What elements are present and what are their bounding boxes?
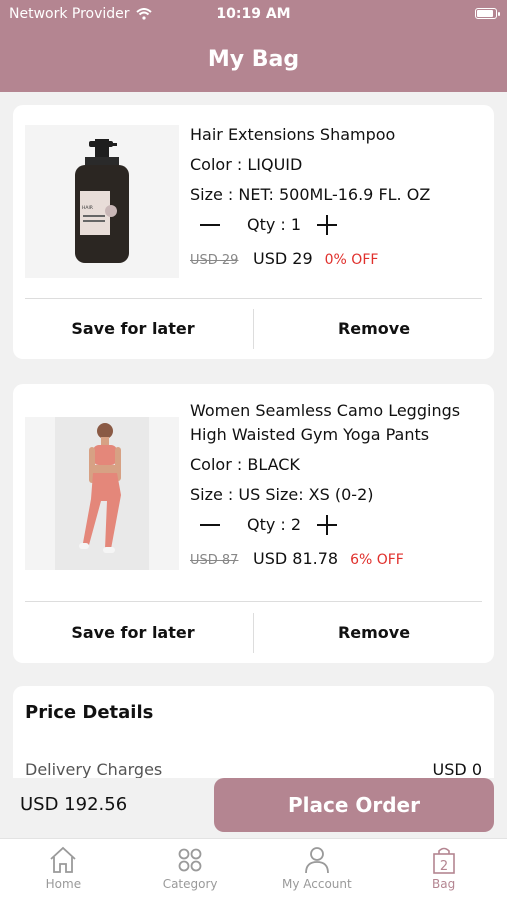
sale-price: USD 29 [253, 249, 313, 268]
divider [25, 601, 482, 602]
delivery-charges-row: Delivery Charges USD 0 [25, 760, 482, 778]
delivery-charges-value: USD 0 [432, 760, 482, 778]
product-size: Size : NET: 500ML-16.9 FL. OZ [190, 185, 431, 204]
tab-label: Home [45, 877, 82, 891]
bag-content[interactable]: HAIR Hair Extensions Shampoo Color : LIQ… [0, 92, 507, 778]
tab-bag[interactable]: 2 Bag [380, 839, 507, 901]
quantity-stepper: Qty : 1 [190, 213, 484, 237]
minus-icon[interactable] [200, 524, 220, 526]
discount-label: 6% OFF [350, 552, 404, 568]
tab-category[interactable]: Category [127, 839, 254, 901]
save-for-later-button[interactable]: Save for later [13, 299, 253, 359]
product-color: Color : BLACK [190, 455, 300, 474]
account-icon [304, 847, 329, 874]
quantity-label: Qty : 2 [247, 515, 302, 534]
page-title: My Bag [0, 28, 507, 92]
save-for-later-button[interactable]: Save for later [13, 603, 253, 663]
product-name-line2[interactable]: High Waisted Gym Yoga Pants [190, 423, 484, 447]
original-price: USD 29 [190, 253, 239, 268]
remove-button[interactable]: Remove [254, 603, 494, 663]
product-color: Color : LIQUID [190, 155, 303, 174]
plus-icon[interactable] [317, 215, 337, 235]
bag-item-card: Women Seamless Camo Leggings High Waiste… [13, 384, 494, 663]
bottle-label-text: HAIR [82, 205, 93, 211]
product-name[interactable]: Hair Extensions Shampoo [190, 123, 484, 147]
tab-label: Bag [432, 877, 456, 891]
delivery-charges-label: Delivery Charges [25, 760, 163, 778]
shampoo-bottle-image: HAIR [75, 139, 129, 263]
checkout-bar: USD 192.56 Place Order [0, 778, 507, 838]
price-row: USD 29 USD 29 0% OFF [190, 247, 484, 273]
sale-price: USD 81.78 [253, 549, 339, 568]
leggings-model-image [55, 417, 149, 570]
tab-my-account[interactable]: My Account [254, 839, 381, 901]
bag-icon: 2 [432, 847, 455, 874]
product-size: Size : US Size: XS (0-2) [190, 485, 374, 504]
tab-bar: Home Category My Account 2 Bag [0, 838, 507, 901]
category-icon [178, 848, 202, 872]
remove-button[interactable]: Remove [254, 299, 494, 359]
home-icon [50, 846, 76, 873]
product-image[interactable]: HAIR [25, 125, 179, 278]
product-name-line1[interactable]: Women Seamless Camo Leggings [190, 399, 484, 423]
plus-icon[interactable] [317, 515, 337, 535]
total-price: USD 192.56 [20, 794, 128, 815]
price-details-title: Price Details [25, 702, 154, 723]
quantity-stepper: Qty : 2 [190, 513, 484, 537]
product-info: Hair Extensions Shampoo Color : LIQUID S… [190, 123, 484, 273]
tab-home[interactable]: Home [0, 839, 127, 901]
price-row: USD 87 USD 81.78 6% OFF [190, 547, 484, 573]
minus-icon[interactable] [200, 224, 220, 226]
price-details-card: Price Details Delivery Charges USD 0 [13, 686, 494, 778]
battery-icon [475, 8, 500, 19]
item-actions: Save for later Remove [13, 603, 494, 663]
tab-label: Category [162, 877, 218, 891]
place-order-button[interactable]: Place Order [214, 778, 494, 832]
tab-label: My Account [282, 877, 352, 891]
bag-item-card: HAIR Hair Extensions Shampoo Color : LIQ… [13, 105, 494, 359]
item-actions: Save for later Remove [13, 299, 494, 359]
status-time: 10:19 AM [216, 6, 291, 22]
status-bar: Network Provider 10:19 AM [0, 0, 507, 28]
quantity-label: Qty : 1 [247, 215, 302, 234]
bag-badge: 2 [439, 859, 447, 874]
discount-label: 0% OFF [324, 252, 379, 268]
product-image[interactable] [25, 417, 179, 570]
product-info: Women Seamless Camo Leggings High Waiste… [190, 399, 484, 573]
original-price: USD 87 [190, 553, 239, 568]
